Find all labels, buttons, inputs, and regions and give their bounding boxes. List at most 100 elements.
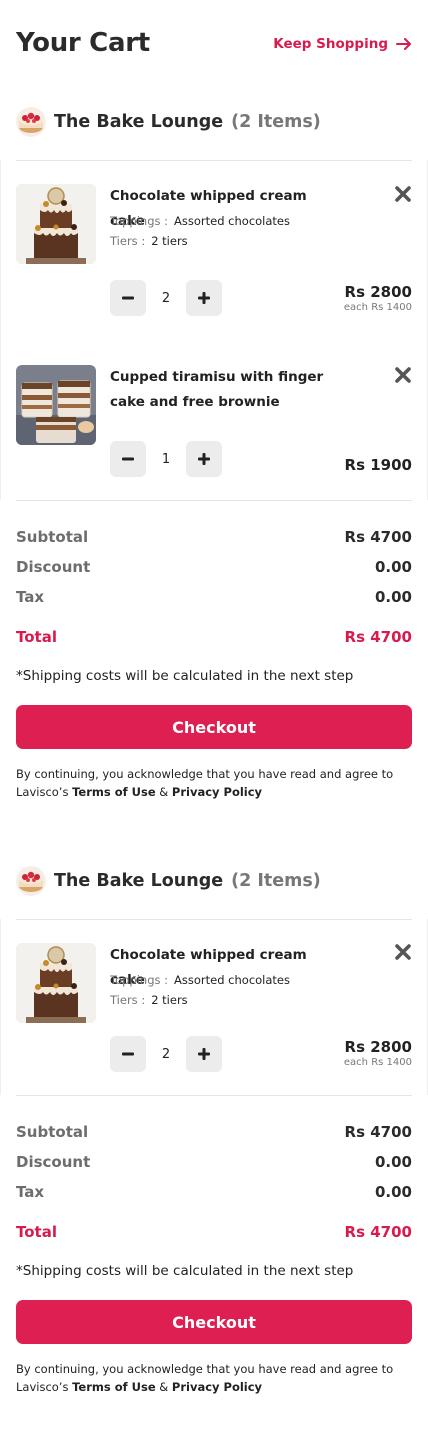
terms-of-use-link[interactable]: Terms of Use (72, 1380, 156, 1394)
discount-row: Discount 0.00 (16, 558, 412, 576)
checkout-button[interactable]: Checkout (16, 705, 412, 749)
privacy-policy-link[interactable]: Privacy Policy (172, 785, 262, 799)
item-toppings: Toppings : Assorted chocolates (110, 214, 290, 228)
total-label: Total (16, 628, 57, 646)
item-price-total: Rs 1900 (344, 456, 412, 474)
divider (16, 500, 412, 501)
legal-notice: By continuing, you acknowledge that you … (16, 765, 416, 801)
divider (16, 919, 412, 920)
quantity-stepper: 2 (110, 280, 222, 316)
item-name: Cupped tiramisu with finger cake and fre… (110, 369, 324, 410)
item-toppings: Toppings : Assorted chocolates (110, 973, 290, 987)
product-image-chocolate-cake (16, 184, 96, 264)
total-row: Total Rs 4700 (16, 1223, 412, 1241)
toppings-value: Assorted chocolates (174, 214, 290, 228)
plus-icon (197, 452, 211, 466)
subtotal-value: Rs 4700 (344, 1123, 412, 1141)
toppings-value: Assorted chocolates (174, 973, 290, 987)
legal-notice: By continuing, you acknowledge that you … (16, 1360, 416, 1396)
quantity-value: 2 (161, 290, 171, 306)
subtotal-value: Rs 4700 (344, 528, 412, 546)
toppings-label: Toppings : (110, 214, 169, 228)
item-price-each: each Rs 1400 (343, 302, 412, 313)
keep-shopping-label: Keep Shopping (273, 36, 388, 52)
tax-label: Tax (16, 1183, 45, 1201)
subtotal-label: Subtotal (16, 528, 89, 546)
divider (16, 1095, 412, 1096)
plus-icon (197, 291, 211, 305)
tax-row: Tax 0.00 (16, 1183, 412, 1201)
quantity-stepper: 1 (110, 441, 222, 477)
privacy-policy-link[interactable]: Privacy Policy (172, 1380, 262, 1394)
cart-border-left (0, 160, 1, 500)
cart-item: Chocolate whipped cream cake Toppings :A… (16, 943, 412, 1078)
page-title: Your Cart (16, 28, 150, 58)
item-price-total: Rs 2800 (344, 283, 412, 301)
item-price: Rs 2800 each Rs 1400 (344, 283, 412, 313)
item-tiers: Tiers : 2 tiers (110, 234, 188, 248)
shop-name: The Bake Lounge (54, 871, 224, 891)
discount-label: Discount (16, 558, 91, 576)
tax-value: 0.00 (374, 588, 412, 606)
decrease-quantity-button[interactable] (110, 1036, 146, 1072)
shop-logo (16, 107, 46, 137)
shipping-note: *Shipping costs will be calculated in th… (16, 1263, 354, 1279)
shop-header: The Bake Lounge (2 Items) (16, 866, 321, 896)
quantity-value: 1 (161, 451, 171, 467)
minus-icon (121, 291, 135, 305)
page-header: Your Cart Keep Shopping (16, 28, 412, 64)
increase-quantity-button[interactable] (186, 280, 222, 316)
keep-shopping-link[interactable]: Keep Shopping (273, 36, 412, 52)
shipping-note: *Shipping costs will be calculated in th… (16, 668, 354, 684)
tax-label: Tax (16, 588, 45, 606)
minus-icon (121, 452, 135, 466)
shop-logo (16, 866, 46, 896)
item-price-total: Rs 2800 (344, 1038, 412, 1056)
minus-icon (121, 1047, 135, 1061)
product-image-tiramisu (16, 365, 96, 445)
terms-of-use-link[interactable]: Terms of Use (72, 785, 156, 799)
close-x-icon[interactable] (394, 943, 412, 961)
tax-value: 0.00 (374, 1183, 412, 1201)
increase-quantity-button[interactable] (186, 1036, 222, 1072)
quantity-stepper: 2 (110, 1036, 222, 1072)
product-image-chocolate-cake (16, 943, 96, 1023)
discount-label: Discount (16, 1153, 91, 1171)
checkout-button[interactable]: Checkout (16, 1300, 412, 1344)
cart-border-left (0, 919, 1, 1095)
total-label: Total (16, 1223, 57, 1241)
decrease-quantity-button[interactable] (110, 441, 146, 477)
legal-and: & (159, 785, 169, 799)
close-x-icon[interactable] (394, 366, 412, 384)
decrease-quantity-button[interactable] (110, 280, 146, 316)
tiers-label: Tiers : (110, 993, 146, 1007)
tiers-label: Tiers : (110, 234, 146, 248)
increase-quantity-button[interactable] (186, 441, 222, 477)
subtotal-row: Subtotal Rs 4700 (16, 528, 412, 546)
cart-item: Cupped tiramisu with finger cake and fre… (16, 365, 412, 480)
subtotal-row: Subtotal Rs 4700 (16, 1123, 412, 1141)
item-price: Rs 1900 (345, 456, 412, 474)
discount-value: 0.00 (374, 558, 412, 576)
shop-name: The Bake Lounge (54, 112, 224, 132)
shop-header: The Bake Lounge (2 Items) (16, 107, 321, 137)
discount-value: 0.00 (374, 1153, 412, 1171)
shop-item-count: (2 Items) (231, 112, 321, 132)
toppings-label: Toppings : (110, 973, 169, 987)
total-row: Total Rs 4700 (16, 628, 412, 646)
tax-row: Tax 0.00 (16, 588, 412, 606)
total-value: Rs 4700 (344, 628, 412, 646)
tiers-value: 2 tiers (151, 234, 188, 248)
quantity-value: 2 (161, 1046, 171, 1062)
tiers-value: 2 tiers (151, 993, 188, 1007)
shop-item-count: (2 Items) (231, 871, 321, 891)
legal-and: & (159, 1380, 169, 1394)
item-price: Rs 2800 each Rs 1400 (344, 1038, 412, 1068)
total-value: Rs 4700 (344, 1223, 412, 1241)
item-price-each: each Rs 1400 (343, 1057, 412, 1068)
close-x-icon[interactable] (394, 185, 412, 203)
subtotal-label: Subtotal (16, 1123, 89, 1141)
discount-row: Discount 0.00 (16, 1153, 412, 1171)
cart-item: Chocolate whipped cream cake Toppings :A… (16, 184, 412, 319)
plus-icon (197, 1047, 211, 1061)
